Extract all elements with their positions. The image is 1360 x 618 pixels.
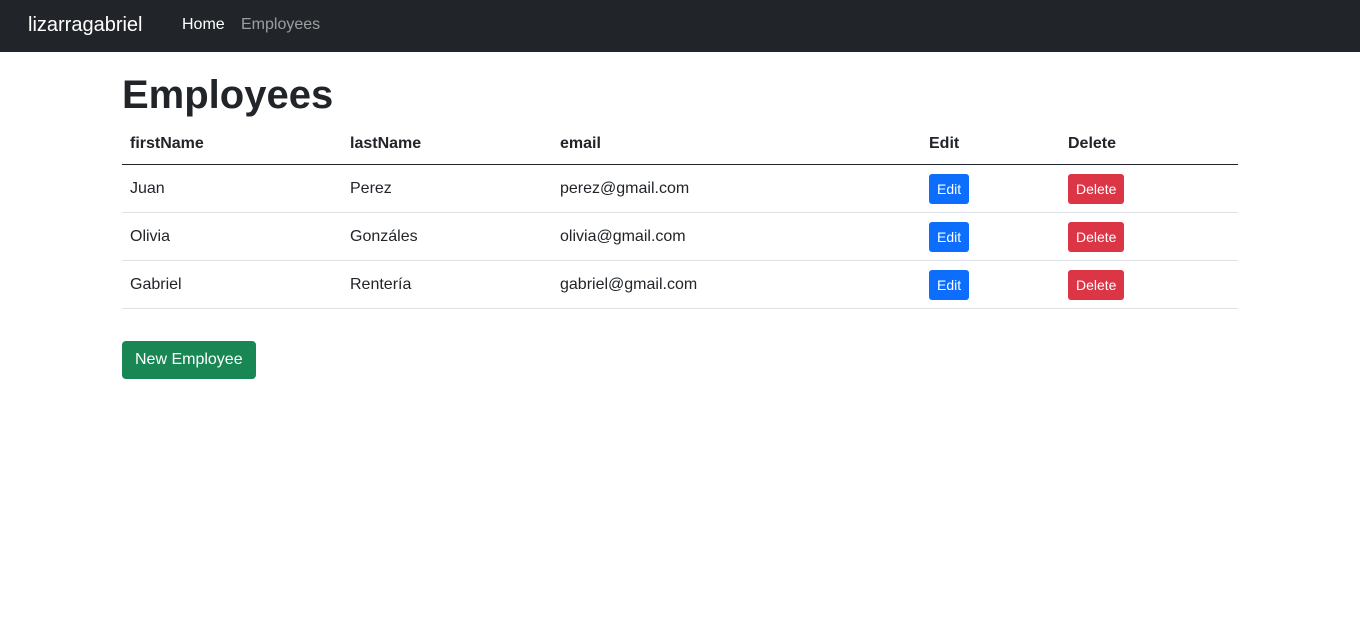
cell-edit: Edit: [921, 212, 1060, 261]
table-row: Juan Perez perez@gmail.com Edit Delete: [122, 164, 1238, 213]
edit-button[interactable]: Edit: [929, 173, 970, 204]
new-employee-button[interactable]: New Employee: [122, 341, 256, 379]
column-header-delete: Delete: [1060, 124, 1238, 165]
cell-firstname: Gabriel: [122, 260, 342, 309]
table-row: Gabriel Rentería gabriel@gmail.com Edit …: [122, 260, 1238, 309]
edit-button[interactable]: Edit: [929, 221, 970, 252]
employees-table: firstName lastName email Edit Delete Jua…: [122, 124, 1238, 309]
navbar: lizarragabriel Home Employees: [0, 0, 1360, 52]
table-header: firstName lastName email Edit Delete: [122, 124, 1238, 165]
cell-lastname: Gonzáles: [342, 212, 552, 261]
cell-delete: Delete: [1060, 260, 1238, 309]
nav-link-employees[interactable]: Employees: [241, 15, 320, 35]
column-header-lastname: lastName: [342, 124, 552, 165]
cell-firstname: Olivia: [122, 212, 342, 261]
delete-button[interactable]: Delete: [1068, 173, 1125, 204]
column-header-firstname: firstName: [122, 124, 342, 165]
cell-email: gabriel@gmail.com: [552, 260, 921, 309]
table-body: Juan Perez perez@gmail.com Edit Delete O…: [122, 164, 1238, 309]
cell-firstname: Juan: [122, 164, 342, 213]
cell-edit: Edit: [921, 260, 1060, 309]
delete-button[interactable]: Delete: [1068, 221, 1125, 252]
column-header-email: email: [552, 124, 921, 165]
cell-email: perez@gmail.com: [552, 164, 921, 213]
cell-edit: Edit: [921, 164, 1060, 213]
cell-email: olivia@gmail.com: [552, 212, 921, 261]
cell-delete: Delete: [1060, 164, 1238, 213]
table-row: Olivia Gonzáles olivia@gmail.com Edit De…: [122, 212, 1238, 261]
cell-lastname: Rentería: [342, 260, 552, 309]
brand-link[interactable]: lizarragabriel: [28, 12, 143, 38]
table-header-row: firstName lastName email Edit Delete: [122, 124, 1238, 165]
column-header-edit: Edit: [921, 124, 1060, 165]
nav-link-home[interactable]: Home: [182, 15, 225, 35]
cell-lastname: Perez: [342, 164, 552, 213]
edit-button[interactable]: Edit: [929, 269, 970, 300]
page-title: Employees: [122, 73, 334, 117]
cell-delete: Delete: [1060, 212, 1238, 261]
delete-button[interactable]: Delete: [1068, 269, 1125, 300]
